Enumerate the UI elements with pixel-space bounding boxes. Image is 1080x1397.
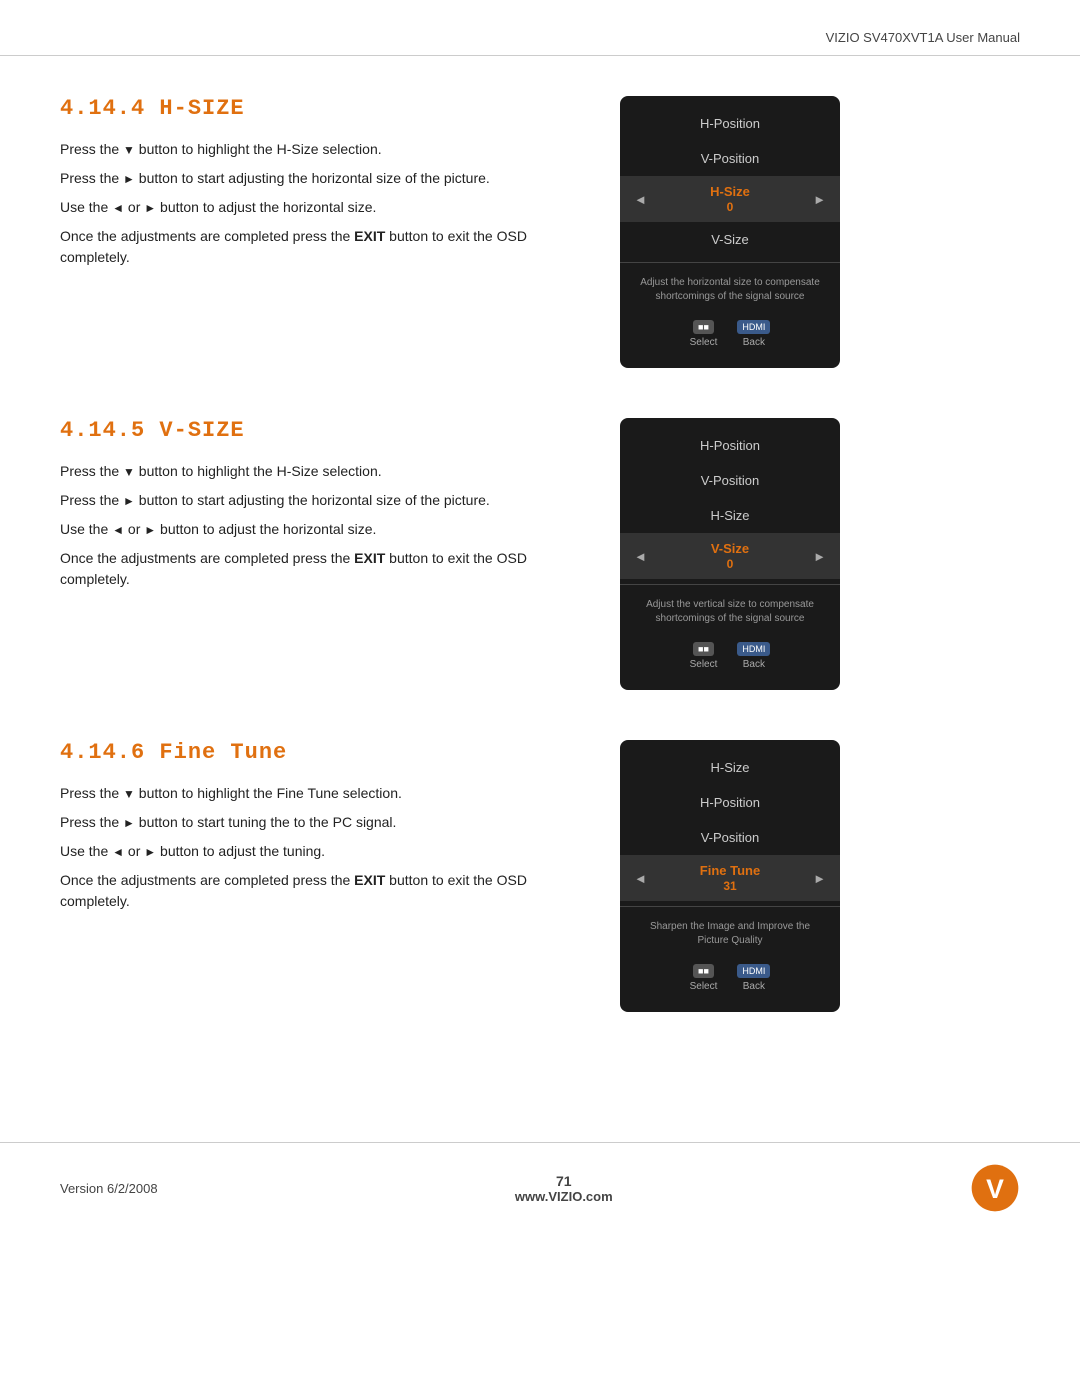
osd-vsize-label: V-Size0 — [711, 541, 749, 571]
osd-footer-3: ■■ Select HDMI Back — [620, 956, 840, 1002]
osd-desc-2: Adjust the vertical size to compensate s… — [620, 590, 840, 634]
osd-select-btn-1: ■■ Select — [690, 320, 718, 348]
vsize-para-2: Press the ► button to start adjusting th… — [60, 490, 590, 511]
section-vsize-text: 4.14.5 V-SIZE Press the ▼ button to high… — [60, 418, 620, 690]
osd-back-btn-2: HDMI Back — [737, 642, 770, 670]
footer-center: 71 www.VIZIO.com — [158, 1173, 970, 1204]
vsize-para-1: Press the ▼ button to highlight the H-Si… — [60, 461, 590, 482]
page-header: VIZIO SV470XVT1A User Manual — [0, 0, 1080, 56]
osd-item-finetune-active: ◄ Fine Tune31 ► — [620, 855, 840, 901]
osd-item-vsize-1: V-Size — [620, 222, 840, 257]
osd-item-vposition-1: V-Position — [620, 141, 840, 176]
page-footer: Version 6/2/2008 71 www.VIZIO.com V — [0, 1142, 1080, 1233]
osd-divider-2 — [620, 584, 840, 585]
osd-item-hsize-2: H-Size — [620, 498, 840, 533]
osd-select-label-1: Select — [690, 337, 718, 348]
section-finetune: 4.14.6 Fine Tune Press the ▼ button to h… — [60, 740, 1020, 1012]
hsize-para-3: Use the ◄ or ► button to adjust the hori… — [60, 197, 590, 218]
section-hsize-heading: 4.14.4 H-SIZE — [60, 96, 590, 121]
osd-item-vposition-2: V-Position — [620, 463, 840, 498]
content-area: 4.14.4 H-SIZE Press the ▼ button to high… — [0, 76, 1080, 1122]
osd-desc-1: Adjust the horizontal size to compensate… — [620, 268, 840, 312]
vsize-para-4: Once the adjustments are completed press… — [60, 548, 590, 590]
osd-left-arrow-3: ◄ — [634, 871, 647, 886]
hsize-para-2: Press the ► button to start adjusting th… — [60, 168, 590, 189]
manual-title: VIZIO SV470XVT1A User Manual — [826, 30, 1020, 45]
svg-text:V: V — [986, 1174, 1004, 1204]
osd-right-arrow-1: ► — [813, 192, 826, 207]
osd-item-hposition-2: H-Position — [620, 428, 840, 463]
osd-footer-1: ■■ Select HDMI Back — [620, 312, 840, 358]
osd-panel-finetune: H-Size H-Position V-Position ◄ Fine Tune… — [620, 740, 840, 1012]
section-finetune-heading: 4.14.6 Fine Tune — [60, 740, 590, 765]
osd-item-hposition-3: H-Position — [620, 785, 840, 820]
osd-back-icon-2: HDMI — [737, 642, 770, 656]
osd-select-btn-2: ■■ Select — [690, 642, 718, 670]
finetune-para-1: Press the ▼ button to highlight the Fine… — [60, 783, 590, 804]
osd-item-vsize-active: ◄ V-Size0 ► — [620, 533, 840, 579]
osd-hsize-value: 0 — [727, 200, 734, 214]
finetune-para-4: Once the adjustments are completed press… — [60, 870, 590, 912]
osd-select-icon-3: ■■ — [693, 964, 714, 978]
vizio-logo-icon: V — [970, 1163, 1020, 1213]
osd-back-icon-1: HDMI — [737, 320, 770, 334]
osd-right-arrow-3: ► — [813, 871, 826, 886]
osd-hsize-label: H-Size0 — [710, 184, 750, 214]
finetune-para-2: Press the ► button to start tuning the t… — [60, 812, 590, 833]
osd-panel-vsize: H-Position V-Position H-Size ◄ V-Size0 ►… — [620, 418, 840, 690]
osd-select-icon-2: ■■ — [693, 642, 714, 656]
osd-back-btn-1: HDMI Back — [737, 320, 770, 348]
osd-item-hsize-3: H-Size — [620, 750, 840, 785]
section-vsize: 4.14.5 V-SIZE Press the ▼ button to high… — [60, 418, 1020, 690]
osd-select-label-3: Select — [690, 981, 718, 992]
osd-finetune-label: Fine Tune31 — [700, 863, 760, 893]
osd-vsize-value: 0 — [727, 557, 734, 571]
hsize-para-1: Press the ▼ button to highlight the H-Si… — [60, 139, 590, 160]
osd-panel-hsize: H-Position V-Position ◄ H-Size0 ► V-Size… — [620, 96, 840, 368]
osd-select-btn-3: ■■ Select — [690, 964, 718, 992]
vsize-para-3: Use the ◄ or ► button to adjust the hori… — [60, 519, 590, 540]
section-vsize-heading: 4.14.5 V-SIZE — [60, 418, 590, 443]
osd-back-label-2: Back — [743, 659, 765, 670]
osd-left-arrow-2: ◄ — [634, 549, 647, 564]
osd-right-arrow-2: ► — [813, 549, 826, 564]
osd-desc-3: Sharpen the Image and Improve the Pictur… — [620, 912, 840, 956]
osd-item-vposition-3: V-Position — [620, 820, 840, 855]
osd-footer-2: ■■ Select HDMI Back — [620, 634, 840, 680]
finetune-para-3: Use the ◄ or ► button to adjust the tuni… — [60, 841, 590, 862]
section-hsize: 4.14.4 H-SIZE Press the ▼ button to high… — [60, 96, 1020, 368]
osd-select-label-2: Select — [690, 659, 718, 670]
osd-back-icon-3: HDMI — [737, 964, 770, 978]
osd-select-icon-1: ■■ — [693, 320, 714, 334]
osd-divider-1 — [620, 262, 840, 263]
osd-finetune-value: 31 — [723, 879, 736, 893]
footer-website: www.VIZIO.com — [158, 1189, 970, 1204]
osd-left-arrow-1: ◄ — [634, 192, 647, 207]
footer-version: Version 6/2/2008 — [60, 1181, 158, 1196]
footer-page-number: 71 — [158, 1173, 970, 1189]
osd-item-hposition-1: H-Position — [620, 106, 840, 141]
osd-back-label-3: Back — [743, 981, 765, 992]
hsize-para-4: Once the adjustments are completed press… — [60, 226, 590, 268]
osd-item-hsize-active: ◄ H-Size0 ► — [620, 176, 840, 222]
osd-divider-3 — [620, 906, 840, 907]
osd-back-label-1: Back — [743, 337, 765, 348]
section-finetune-text: 4.14.6 Fine Tune Press the ▼ button to h… — [60, 740, 620, 1012]
section-hsize-text: 4.14.4 H-SIZE Press the ▼ button to high… — [60, 96, 620, 368]
osd-back-btn-3: HDMI Back — [737, 964, 770, 992]
